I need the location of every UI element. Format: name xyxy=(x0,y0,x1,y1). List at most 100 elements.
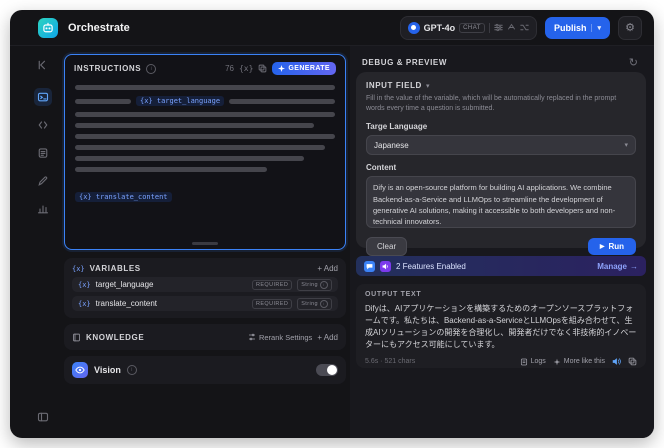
variable-name: translate_content xyxy=(95,299,158,308)
input-field-title: INPUT FIELD xyxy=(366,81,422,90)
required-badge: REQUIRED xyxy=(251,279,293,290)
sidebar-item-monitoring[interactable] xyxy=(34,200,52,218)
type-badge: String i xyxy=(297,297,332,310)
page-title: Orchestrate xyxy=(68,21,130,34)
copy-icon[interactable] xyxy=(258,64,267,73)
info-icon: i xyxy=(320,280,328,289)
sidebar-item-orchestrate[interactable] xyxy=(34,88,52,106)
sparkle-icon xyxy=(278,65,286,72)
features-bar[interactable]: 2 Features Enabled Manage → xyxy=(356,256,646,276)
instructions-header: INSTRUCTIONS i 76 {x} GENERATE xyxy=(65,55,345,79)
info-icon: i xyxy=(320,299,328,308)
target-language-select[interactable]: Japanese ▾ xyxy=(366,135,636,156)
model-mode-badge: CHAT xyxy=(459,22,485,33)
toggle-knob xyxy=(327,365,337,375)
insert-variable-icon[interactable]: {x} xyxy=(239,64,253,73)
left-rail xyxy=(10,46,60,438)
info-icon: i xyxy=(126,365,137,375)
type-badge: String i xyxy=(297,278,332,291)
logs-icon xyxy=(520,358,527,365)
variables-panel: {x} VARIABLES + Add {x} target_language … xyxy=(64,258,346,318)
variable-token[interactable]: {x} target_language xyxy=(136,96,225,106)
prompt-line-with-variable: {x} target_language xyxy=(75,96,335,106)
input-field-header[interactable]: INPUT FIELD ▾ xyxy=(366,81,636,90)
collapse-sidebar-icon[interactable] xyxy=(34,56,52,74)
content-textarea[interactable]: Dify is an open-source platform for buil… xyxy=(366,176,636,229)
variable-token[interactable]: {x} translate_content xyxy=(75,192,172,202)
sidebar-item-api[interactable] xyxy=(34,116,52,134)
variable-row[interactable]: {x} translate_content REQUIRED String i xyxy=(72,296,338,311)
manage-features-button[interactable]: Manage → xyxy=(597,262,638,271)
input-field-card: INPUT FIELD ▾ Fill in the value of the v… xyxy=(356,72,646,257)
refresh-icon[interactable]: ↻ xyxy=(629,56,638,69)
add-knowledge-button[interactable]: + Add xyxy=(317,333,338,342)
prompt-line-with-variable: {x} translate_content xyxy=(75,192,335,202)
sliders-icon xyxy=(248,333,256,341)
run-label: Run xyxy=(608,242,624,252)
debug-title: DEBUG & PREVIEW xyxy=(362,58,448,67)
generate-button[interactable]: GENERATE xyxy=(272,62,336,75)
skeleton-line xyxy=(75,134,335,139)
output-text: Difyは、AIアプリケーションを構築するためのオープンソースプラットフォームで… xyxy=(365,304,637,349)
output-meta: 5.6s · 521 chars xyxy=(365,358,416,365)
output-title: OUTPUT TEXT xyxy=(365,291,422,298)
layout-toggle-icon[interactable] xyxy=(34,408,52,426)
settings-button[interactable]: ⚙ xyxy=(618,15,642,40)
sidebar-item-annotations[interactable] xyxy=(34,172,52,190)
more-like-this-label: More like this xyxy=(563,358,605,365)
info-icon: i xyxy=(146,63,157,74)
braces-icon: {x} xyxy=(78,299,91,308)
knowledge-icon xyxy=(72,333,81,342)
sidebar-item-logs[interactable] xyxy=(34,144,52,162)
vision-toggle[interactable] xyxy=(316,364,338,376)
rerank-settings-button[interactable]: Rerank Settings xyxy=(248,333,312,342)
output-panel: OUTPUT TEXT Difyは、AIアプリケーションを構築するためのオープン… xyxy=(356,284,646,368)
knowledge-title: KNOWLEDGE xyxy=(86,332,145,342)
char-count: 76 xyxy=(225,64,234,73)
type-label: String xyxy=(301,300,318,307)
output-footer: 5.6s · 521 chars Logs More like this xyxy=(365,357,637,366)
target-language-label: Targe Language xyxy=(366,122,428,132)
content-label: Content xyxy=(366,163,397,173)
rerank-label: Rerank Settings xyxy=(258,332,313,342)
skeleton-line xyxy=(75,145,325,150)
instructions-panel[interactable]: INSTRUCTIONS i 76 {x} GENERATE {x} targe… xyxy=(64,54,346,250)
speaker-icon[interactable] xyxy=(612,357,621,366)
model-params-icon[interactable] xyxy=(494,23,503,32)
top-bar: Orchestrate GPT-4o CHAT Publish ▾ ⚙ xyxy=(10,10,654,46)
clear-button[interactable]: Clear xyxy=(366,237,408,257)
variables-icon: {x} xyxy=(72,264,85,273)
input-field-description: Fill in the value of the variable, which… xyxy=(366,95,617,113)
add-variable-button[interactable]: + Add xyxy=(317,264,338,273)
logs-button[interactable]: Logs xyxy=(520,358,546,366)
required-badge: REQUIRED xyxy=(251,298,293,309)
more-like-this-button[interactable]: More like this xyxy=(553,358,605,366)
features-enabled-text: 2 Features Enabled xyxy=(396,261,466,271)
skeleton-line xyxy=(75,156,304,161)
gear-icon: ⚙ xyxy=(625,22,635,34)
variable-row[interactable]: {x} target_language REQUIRED String i xyxy=(72,277,338,292)
prompt-text-skeleton[interactable]: {x} target_language {x} translate_conten… xyxy=(65,79,345,202)
skeleton-line xyxy=(75,112,335,117)
model-selector[interactable]: GPT-4o CHAT xyxy=(399,15,537,40)
run-button[interactable]: ▶ Run xyxy=(587,238,636,256)
chevron-down-icon[interactable]: ▾ xyxy=(591,23,601,32)
chevron-down-icon[interactable]: ▾ xyxy=(426,82,430,90)
skeleton-line xyxy=(75,123,315,128)
model-provider-icon xyxy=(407,21,420,34)
model-name: GPT-4o xyxy=(423,22,456,33)
generate-label: GENERATE xyxy=(288,65,330,72)
publish-button[interactable]: Publish ▾ xyxy=(544,16,610,39)
variables-header: {x} VARIABLES + Add xyxy=(72,264,338,273)
vision-panel: Vision i xyxy=(64,356,346,384)
variables-title: VARIABLES xyxy=(89,264,141,273)
scrollbar-hint[interactable] xyxy=(192,242,218,245)
variable-name: target_language xyxy=(95,280,154,289)
model-shuffle-icon[interactable] xyxy=(520,23,529,32)
dify-logo-icon[interactable] xyxy=(38,17,58,38)
copy-icon[interactable] xyxy=(628,357,637,366)
conversation-opener-icon xyxy=(364,260,375,272)
model-tune-icon[interactable] xyxy=(507,23,516,32)
braces-icon: {x} xyxy=(78,280,91,289)
